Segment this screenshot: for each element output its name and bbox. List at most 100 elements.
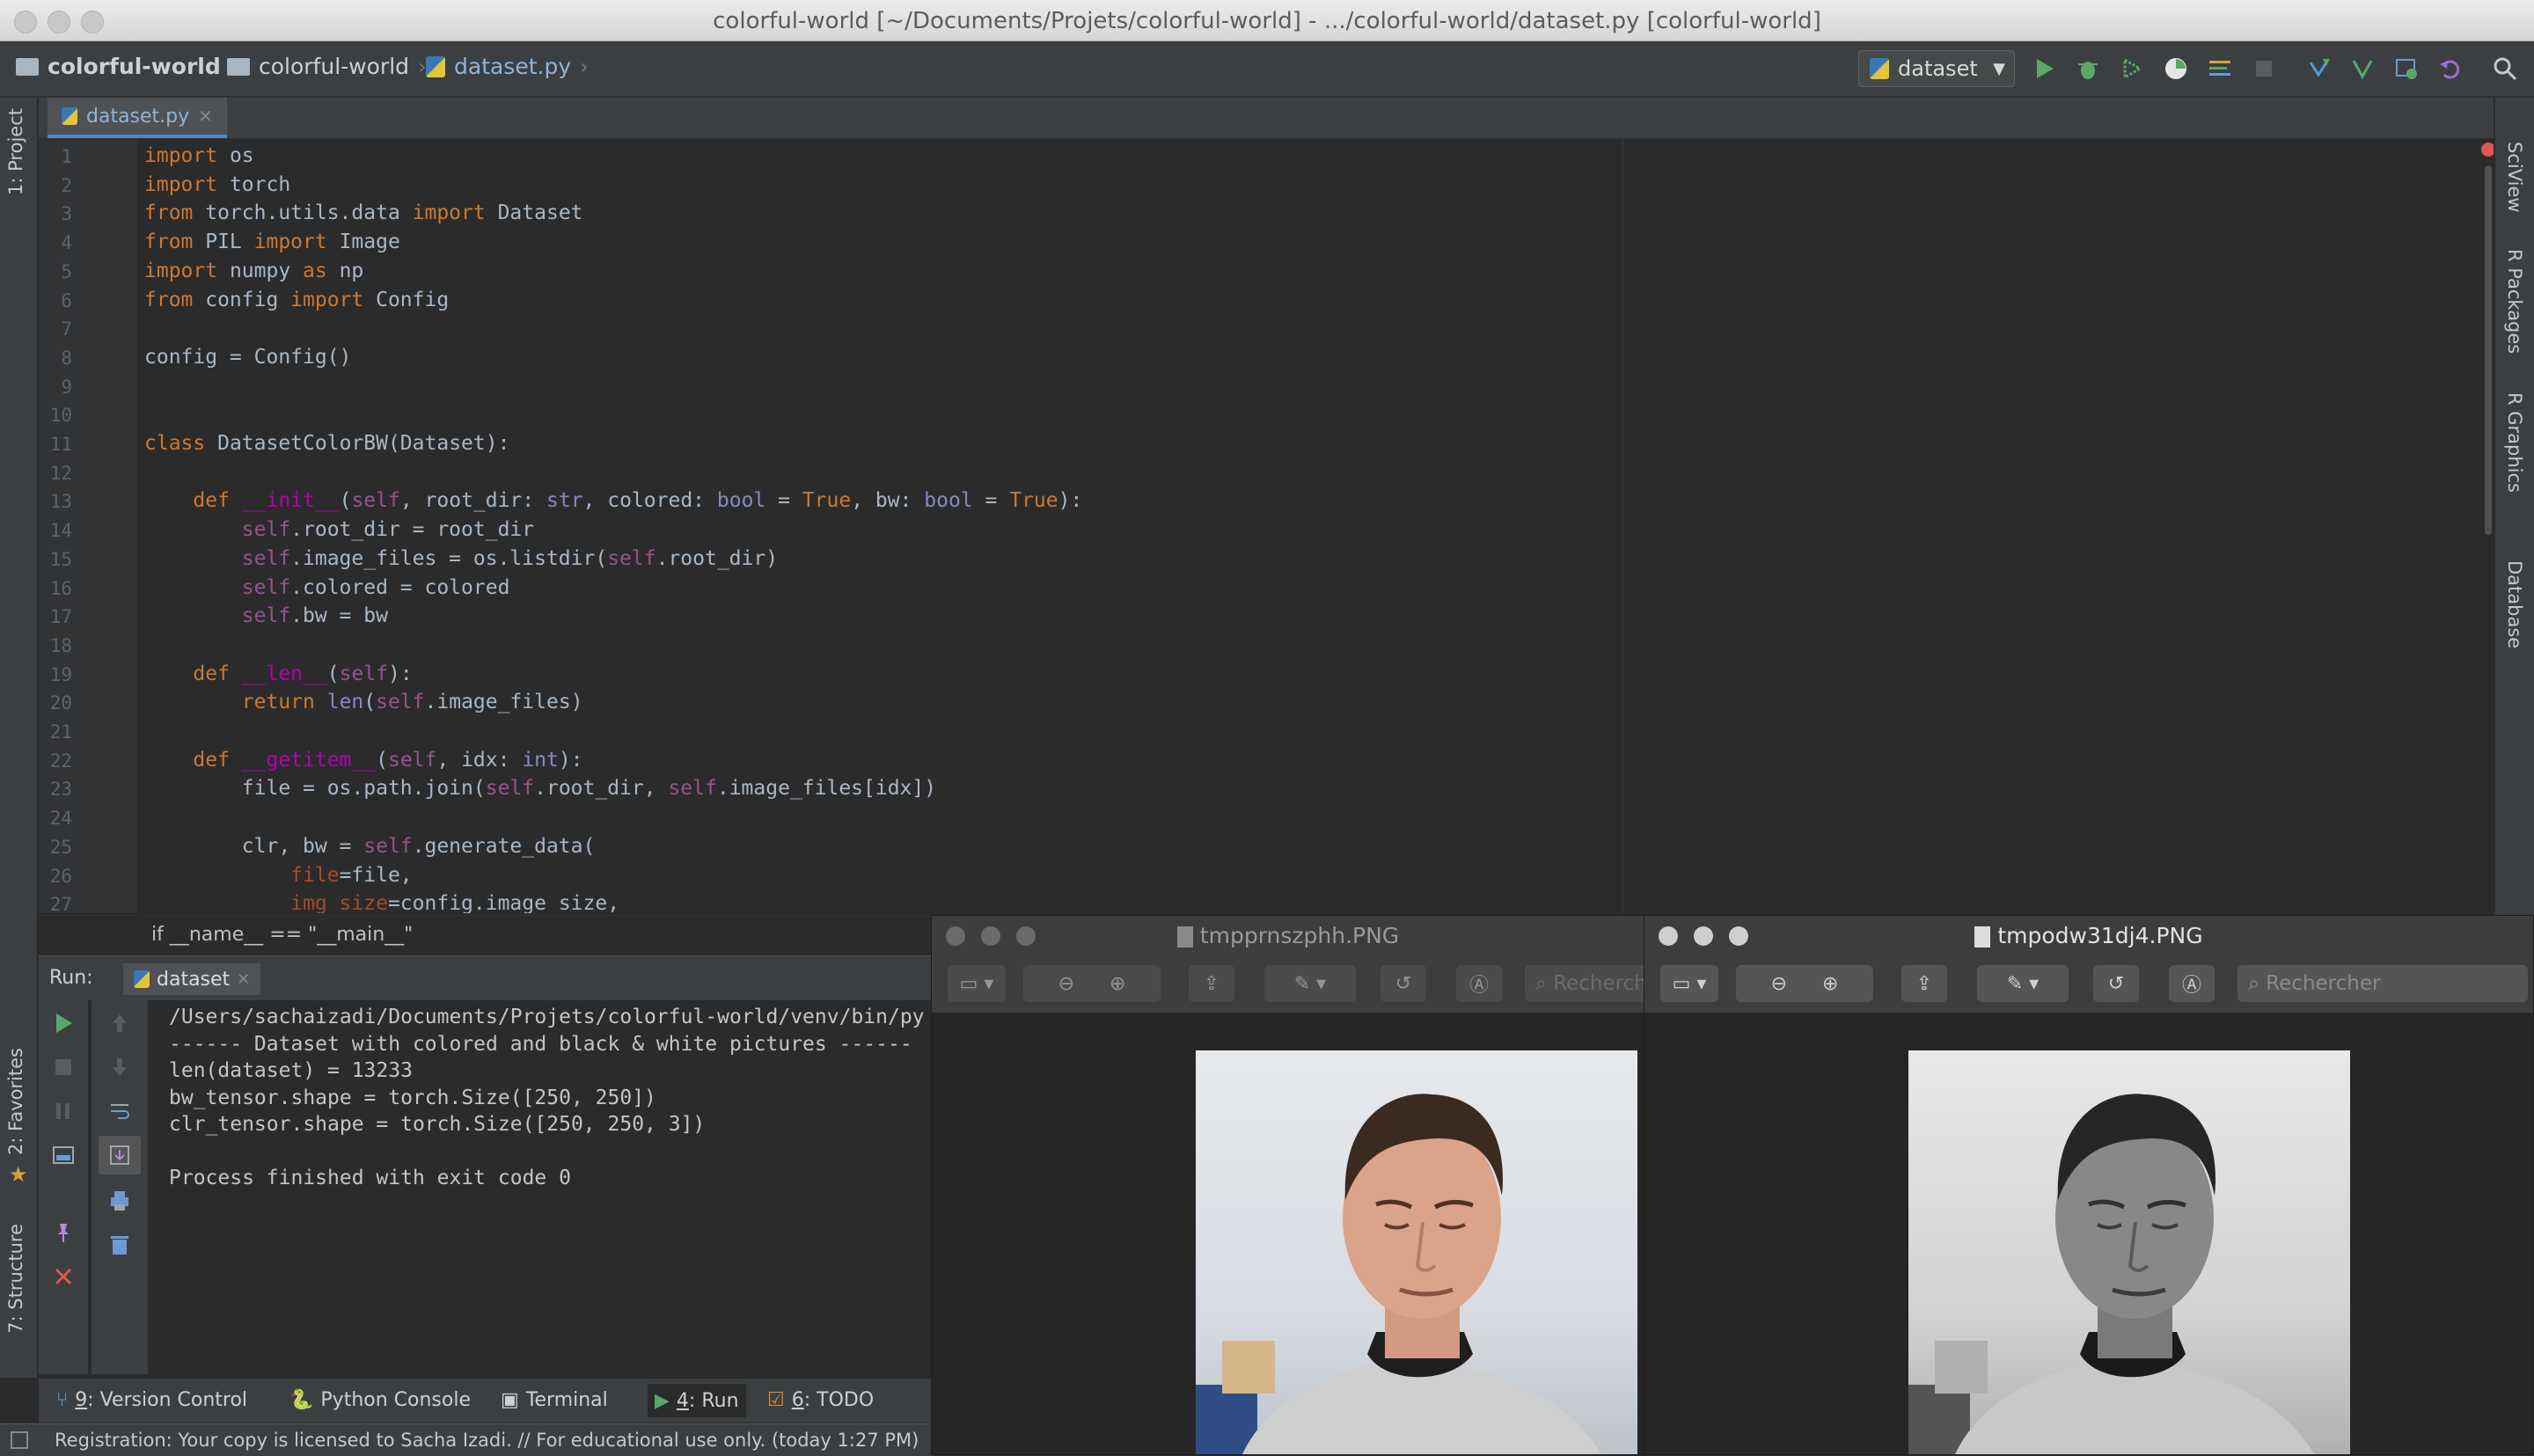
up-arrow-icon[interactable] [107,1011,132,1035]
soft-wrap-icon[interactable] [107,1099,132,1123]
debug-icon[interactable] [2075,55,2101,82]
run-icon: ▶ [655,1389,670,1412]
revert-icon[interactable] [2437,55,2464,82]
breadcrumb-file[interactable]: dataset.py › [426,54,589,79]
run-icon[interactable] [2031,55,2057,82]
rerun-icon[interactable] [51,1011,76,1035]
editor-breadcrumb[interactable]: if __name__ == "__main__" [39,915,931,955]
vcs-commit-icon[interactable] [2349,55,2376,82]
share-button[interactable]: ⇪ [1901,965,1947,1002]
project-tool-tab[interactable]: 1: Project [5,108,26,195]
search-placeholder: Rechercher [1553,972,1644,995]
pause-icon[interactable] [51,1099,76,1123]
breadcrumb-project[interactable]: colorful-world › [16,54,238,79]
coverage-icon[interactable] [2119,55,2145,82]
code-line[interactable]: self.bw = bw [144,604,388,627]
preview-search-input[interactable]: ⌕ Rechercher [2237,965,2528,1002]
code-line[interactable]: from PIL import Image [144,230,400,253]
close-tab-icon[interactable]: ✕ [198,106,213,127]
code-line[interactable]: class DatasetColorBW(Dataset): [144,432,509,455]
code-line[interactable]: def __getitem__(self, idx: int): [144,749,582,772]
code-line[interactable]: import os [144,144,254,167]
sidebar-toggle-button[interactable]: ▭ ▾ [948,965,1006,1002]
code-editor[interactable]: 1 2 3 4 5 6 7 8 9 10 11 12 13 14 15 16 17 18 19 20 21 22 23 24 2… [39,139,2494,913]
code-line[interactable]: import numpy as np [144,260,363,282]
zoom-out-icon[interactable]: ⊖ [1771,973,1787,995]
code-line[interactable]: file = os.path.join(self.root_dir, self.… [144,777,936,800]
database-tool-tab[interactable]: Database [2504,560,2525,648]
folder-icon [227,57,250,76]
line-number: 14 [49,520,72,542]
preview-search-input[interactable]: ⌕ Rechercher [1525,965,1644,1002]
run-configuration-label: dataset [1898,56,1978,81]
tool-windows-icon[interactable] [11,1431,28,1449]
markup-button[interactable]: ✎ ▾ [1264,965,1356,1002]
close-run-icon[interactable] [51,1264,76,1289]
code-line[interactable]: config = Config() [144,346,351,369]
markup-button[interactable]: ✎ ▾ [1977,965,2069,1002]
bottom-tab-terminal[interactable]: ▣ Terminal [501,1389,608,1411]
line-number: 24 [49,808,72,830]
line-number: 19 [49,663,72,685]
code-line[interactable]: clr, bw = self.generate_data( [144,835,596,858]
code-line[interactable]: def __len__(self): [144,662,412,685]
bottom-tab-version-control[interactable]: ⑂ 9: Version Control [56,1389,247,1411]
python-console-icon: 🐍 [289,1389,314,1411]
sidebar-toggle-button[interactable]: ▭ ▾ [1660,965,1718,1002]
breadcrumb-folder[interactable]: colorful-world › [227,54,427,79]
code-line[interactable]: self.root_dir = root_dir [144,518,534,541]
code-line[interactable]: from config import Config [144,289,449,311]
structure-tool-tab[interactable]: 7: Structure [5,1224,26,1334]
pin-icon[interactable] [51,1220,76,1245]
code-line[interactable]: img_size=config.image_size, [144,892,619,913]
scroll-to-end-toggle[interactable] [99,1136,141,1174]
code-line[interactable]: return len(self.image_files) [144,691,583,713]
code-line[interactable]: import torch [144,173,290,196]
code-line[interactable]: from torch.utils.data import Dataset [144,201,583,224]
annotate-button[interactable]: Ⓐ [2169,965,2215,1002]
editor-scrollbar[interactable] [2485,165,2492,535]
print-icon[interactable] [107,1189,132,1213]
stop-icon[interactable] [2251,55,2277,82]
down-arrow-icon[interactable] [107,1055,132,1079]
line-number: 15 [49,548,72,570]
error-indicator-icon[interactable] [2481,143,2494,157]
image-file-icon [1974,926,1991,947]
rpackages-tool-tab[interactable]: R Packages [2504,249,2525,354]
favorites-tool-tab[interactable]: 2: Favorites [5,1048,26,1155]
run-tab-dataset[interactable]: dataset ✕ [123,963,261,995]
rgraphics-tool-tab[interactable]: R Graphics [2504,392,2525,493]
code-line[interactable]: file=file, [144,864,412,887]
restore-layout-icon[interactable] [51,1143,76,1167]
bottom-tab-run[interactable]: ▶ 4: Run [648,1384,746,1417]
bottom-tab-todo[interactable]: ☑ 6: TODO [767,1389,874,1411]
code-line[interactable]: self.image_files = os.listdir(self.root_… [144,547,778,570]
zoom-out-icon[interactable]: ⊖ [1058,973,1074,995]
close-tab-icon[interactable]: ✕ [237,970,250,989]
editor-tab-dataset[interactable]: dataset.py ✕ [48,98,227,138]
trash-icon[interactable] [107,1233,132,1257]
sciview-tool-tab[interactable]: SciView [2504,142,2525,213]
run-console-output[interactable]: /Users/sachaizadi/Documents/Projets/colo… [150,1000,933,1374]
bottom-tab-number: 4 [676,1389,689,1412]
concurrency-icon[interactable] [2207,55,2233,82]
annotate-button[interactable]: Ⓐ [1456,965,1502,1002]
zoom-in-icon[interactable]: ⊕ [1822,973,1838,995]
rotate-button[interactable]: ↺ [1381,965,1426,1002]
run-configuration-select[interactable]: dataset ▼ [1858,50,2015,87]
code-line[interactable]: def __init__(self, root_dir: str, colore… [144,489,1082,512]
code-line[interactable]: self.colored = colored [144,576,510,599]
vcs-update-icon[interactable] [2305,55,2332,82]
editor-tab-label: dataset.py [86,105,190,128]
preview-title-label: tmpprnszphh.PNG [1199,923,1400,948]
search-icon[interactable] [2492,55,2518,82]
bottom-tab-python-console[interactable]: 🐍 Python Console [289,1389,471,1411]
left-tool-strip: 1: Project 2: Favorites ★ 7: Structure [0,98,38,1378]
zoom-in-icon[interactable]: ⊕ [1110,973,1125,995]
stop-icon[interactable] [51,1055,76,1079]
share-button[interactable]: ⇪ [1189,965,1234,1002]
vcs-history-icon[interactable] [2393,55,2420,82]
python-icon [1870,58,1889,79]
profile-icon[interactable] [2163,55,2189,82]
rotate-button[interactable]: ↺ [2093,965,2139,1002]
